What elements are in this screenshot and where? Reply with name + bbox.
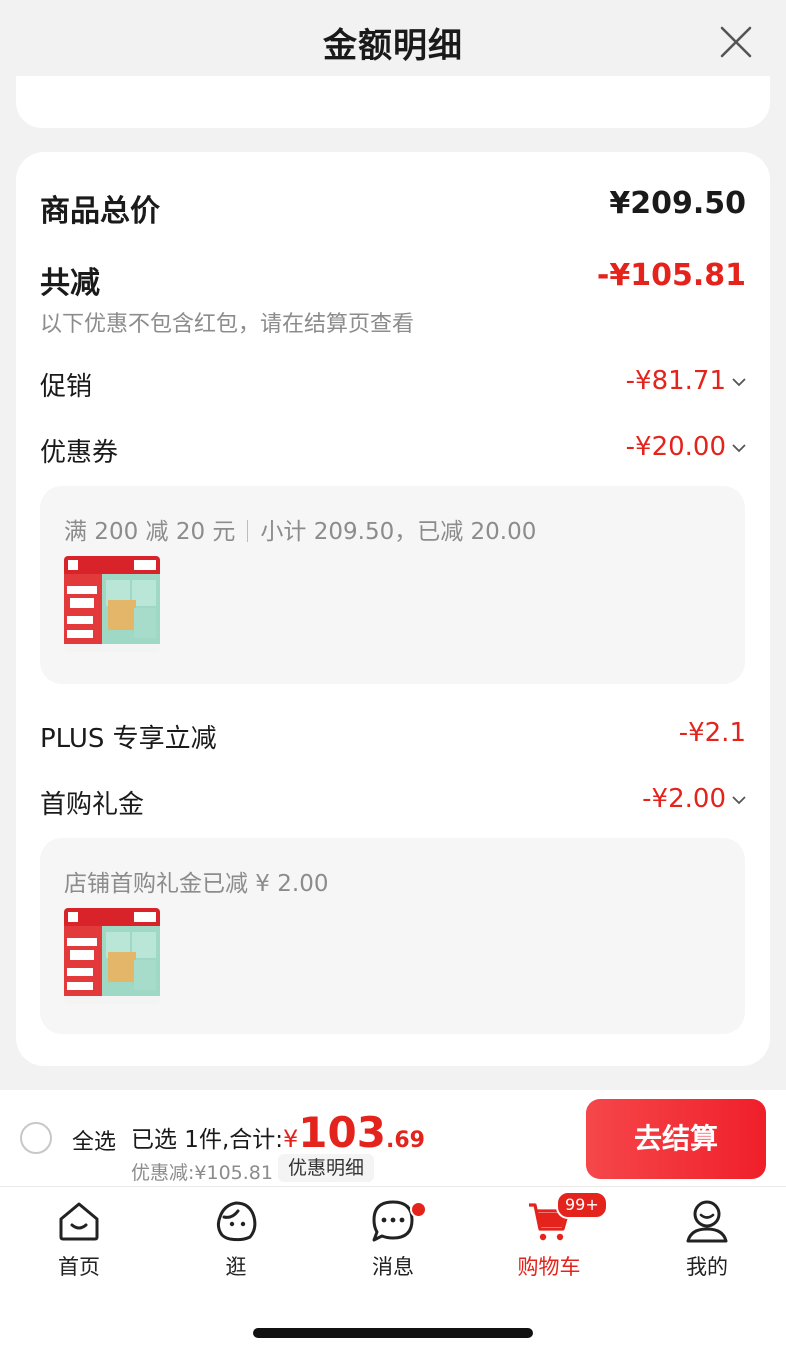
previous-card [16,76,770,128]
tab-messages[interactable]: 消息 [338,1197,448,1281]
reduce-row: 共减 -¥105.81 [40,258,746,301]
page-title: 金额明细 [323,26,463,66]
promo-label: 促销 [40,372,93,402]
reduce-label: 共减 [40,266,100,301]
promo-row[interactable]: 促销 -¥81.71 [40,366,746,402]
total-summary: 已选 1件,合计:¥103.69 [131,1108,425,1157]
firstbuy-label: 首购礼金 [40,790,145,820]
settlement-bar: 全选 已选 1件,合计:¥103.69 优惠减:¥105.81 优惠明细 去结算 [0,1090,786,1187]
firstbuy-detail-box: 店铺首购礼金已减 ¥ 2.00 [40,838,745,1034]
chevron-down-icon [732,377,746,386]
discount-detail-button[interactable]: 优惠明细 [278,1154,375,1182]
plus-value: -¥2.1 [678,718,746,748]
firstbuy-row[interactable]: 首购礼金 -¥2.00 [40,784,746,820]
coupon-value-wrap: -¥20.00 [626,432,746,462]
select-all-checkbox[interactable] [20,1122,52,1154]
stroll-icon [216,1201,257,1242]
tab-profile[interactable]: 我的 [652,1197,762,1281]
tab-label: 购物车 [517,1255,581,1279]
discount-summary: 优惠减:¥105.81 [131,1162,273,1184]
close-icon [720,26,752,58]
chevron-down-icon [732,795,746,804]
checkout-button[interactable]: 去结算 [586,1099,766,1179]
reduce-note: 以下优惠不包含红包，请在结算页查看 [40,312,415,337]
selected-count-text: 已选 1件,合计: [131,1127,284,1153]
divider [247,520,249,542]
coupon-label: 优惠券 [40,438,119,468]
unread-dot [410,1201,427,1218]
coupon-detail-text: 满 200 减 20 元小计 209.50，已减 20.00 [64,512,536,546]
total-label: 商品总价 [40,194,160,229]
promo-value: -¥81.71 [625,366,726,396]
message-icon [372,1200,414,1242]
product-thumbnail[interactable] [64,908,160,1004]
price-detail-card: 商品总价 ¥209.50 共减 -¥105.81 以下优惠不包含红包，请在结算页… [16,152,770,1066]
home-indicator [253,1328,533,1338]
coupon-row[interactable]: 优惠券 -¥20.00 [40,432,746,468]
amount-detail-sheet: 金额明细 商品总价 ¥209.50 共减 -¥105.81 以下优惠不包含红包，… [0,0,786,1090]
tab-home[interactable]: 首页 [24,1197,134,1281]
tab-label: 消息 [372,1255,414,1279]
total-row: 商品总价 ¥209.50 [40,186,746,229]
sheet-header: 金额明细 [0,0,786,88]
coupon-value: -¥20.00 [625,432,726,462]
coupon-detail-box: 满 200 减 20 元小计 209.50，已减 20.00 [40,486,745,684]
tab-label: 逛 [225,1255,247,1279]
tissue-product-image [64,908,160,1004]
tab-cart[interactable]: 99+ 购物车 [494,1191,608,1281]
firstbuy-value-wrap: -¥2.00 [642,784,746,814]
product-thumbnail[interactable] [64,556,160,652]
promo-value-wrap: -¥81.71 [626,366,746,396]
bottom-tab-bar: 首页 逛 消息 99+ 购物车 我的 [0,1187,786,1355]
total-integer: 103 [298,1108,386,1157]
chevron-down-icon [732,443,746,452]
tissue-product-image [64,556,160,652]
tab-label: 我的 [686,1255,728,1279]
reduce-value: -¥105.81 [596,258,746,293]
close-button[interactable] [716,22,756,62]
firstbuy-value: -¥2.00 [642,784,726,814]
home-icon [59,1202,99,1241]
tab-label: 首页 [58,1255,100,1279]
total-value: ¥209.50 [609,186,746,221]
tab-stroll[interactable]: 逛 [181,1197,291,1281]
plus-row: PLUS 专享立减 -¥2.1 [40,718,746,754]
cart-count-badge: 99+ [556,1191,608,1219]
profile-icon [686,1200,728,1243]
coupon-rule: 满 200 减 20 元 [64,519,236,545]
select-all-label[interactable]: 全选 [72,1124,116,1156]
coupon-subtotal: 小计 209.50，已减 20.00 [260,519,537,545]
currency-symbol: ¥ [283,1125,299,1153]
plus-label: PLUS 专享立减 [40,724,217,754]
firstbuy-detail-text: 店铺首购礼金已减 ¥ 2.00 [64,871,329,897]
total-decimal: .69 [385,1128,425,1153]
